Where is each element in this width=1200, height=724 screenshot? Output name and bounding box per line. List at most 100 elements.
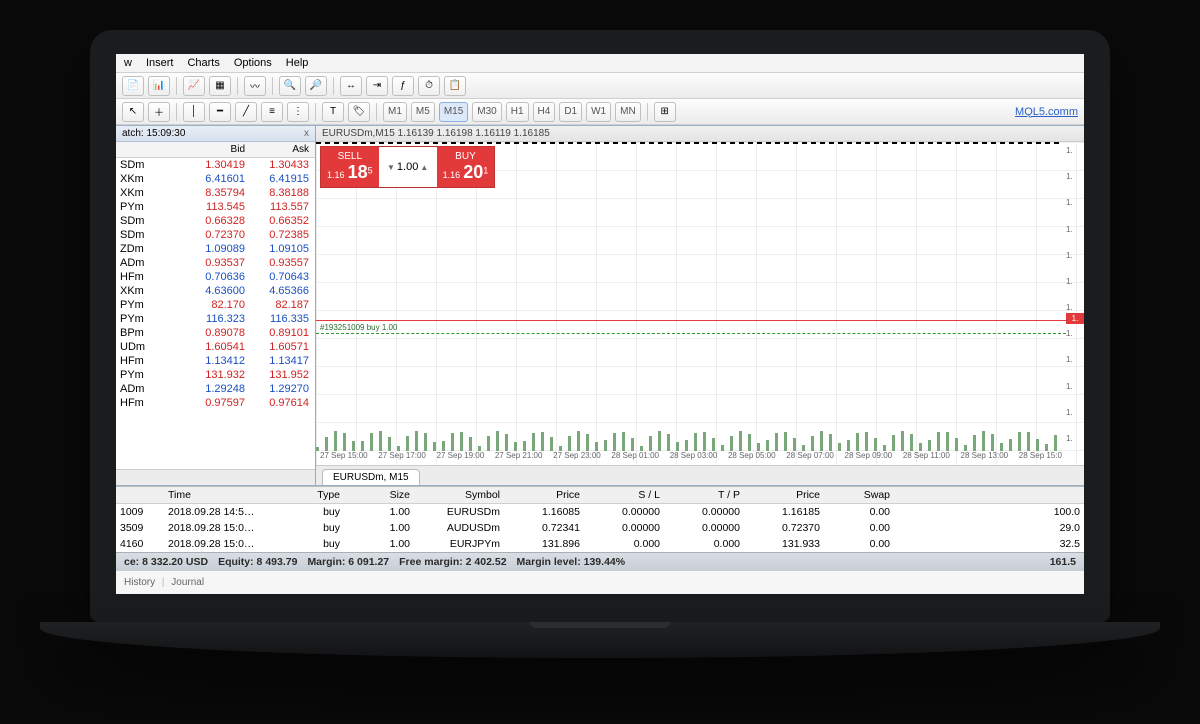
market-watch-columns: Bid Ask [116, 142, 315, 158]
line-chart-icon[interactable]: 〰 [244, 76, 266, 96]
candlestick-layer [316, 142, 1066, 451]
watch-row[interactable]: XKm8.357948.38188 [116, 186, 315, 200]
timeframe-m30[interactable]: M30 [472, 102, 501, 122]
margin-value: Margin: 6 091.27 [307, 556, 389, 568]
watch-row[interactable]: PYm113.545113.557 [116, 200, 315, 214]
timeframe-m15[interactable]: M15 [439, 102, 468, 122]
timeframe-mn[interactable]: MN [615, 102, 641, 122]
watch-row[interactable]: XKm6.416016.41915 [116, 172, 315, 186]
menu-bar[interactable]: w Insert Charts Options Help [116, 54, 1084, 73]
tab-history[interactable]: History [124, 577, 155, 588]
shift-icon[interactable]: ⇥ [366, 76, 388, 96]
chart-title: EURUSDm,M15 1.16139 1.16198 1.16119 1.16… [316, 126, 1084, 142]
watch-row[interactable]: HFm1.134121.13417 [116, 354, 315, 368]
timeframe-w1[interactable]: W1 [586, 102, 611, 122]
watch-row[interactable]: PYm116.323116.335 [116, 312, 315, 326]
volume-bars [316, 429, 1066, 451]
col-tp[interactable]: T / P [664, 489, 744, 501]
col-symbol[interactable]: Symbol [414, 489, 504, 501]
close-icon[interactable]: x [304, 128, 309, 139]
tab-journal[interactable]: Journal [171, 577, 204, 588]
scroll-icon[interactable]: ↔ [340, 76, 362, 96]
watch-row[interactable]: XKm4.636004.65366 [116, 284, 315, 298]
order-row[interactable]: 41602018.09.28 15:0…buy1.00EURJPYm131.89… [116, 536, 1084, 552]
timeframe-m1[interactable]: M1 [383, 102, 407, 122]
watch-row[interactable]: ADm1.292481.29270 [116, 382, 315, 396]
cursor-icon[interactable]: ↖ [122, 102, 144, 122]
chart-panel: EURUSDm,M15 1.16139 1.16198 1.16119 1.16… [316, 126, 1084, 485]
equity-value: Equity: 8 493.79 [218, 556, 297, 568]
menu-options[interactable]: Options [234, 57, 272, 69]
col-price2[interactable]: Price [744, 489, 824, 501]
market-watch-title: atch: 15:09:30 [122, 128, 185, 139]
col-ask[interactable]: Ask [251, 142, 315, 157]
indicators-icon[interactable]: ƒ [392, 76, 414, 96]
col-sl[interactable]: S / L [584, 489, 664, 501]
watch-row[interactable]: PYm131.932131.952 [116, 368, 315, 382]
col-size[interactable]: Size [344, 489, 414, 501]
hline-icon[interactable]: ━ [209, 102, 231, 122]
watch-row[interactable]: SDm1.304191.30433 [116, 158, 315, 172]
watch-row[interactable]: SDm0.723700.72385 [116, 228, 315, 242]
chart-canvas[interactable]: SELL 1.16 185 ▼ 1.00 ▲ BUY 1.16 201 [316, 142, 1084, 465]
timeframe-h4[interactable]: H4 [533, 102, 556, 122]
zoom-in-icon[interactable]: 🔍 [279, 76, 301, 96]
watch-row[interactable]: ZDm1.090891.09105 [116, 242, 315, 256]
windows-icon[interactable]: 📈 [183, 76, 205, 96]
market-watch-tabs[interactable] [116, 469, 315, 485]
orders-header: Time Type Size Symbol Price S / L T / P … [116, 487, 1084, 504]
text-icon[interactable]: T [322, 102, 344, 122]
label-icon[interactable]: 🏷 [348, 102, 370, 122]
orders-panel: Time Type Size Symbol Price S / L T / P … [116, 486, 1084, 552]
crosshair-icon[interactable]: ＋ [148, 102, 170, 122]
balance-bar: ce: 8 332.20 USD Equity: 8 493.79 Margin… [116, 552, 1084, 571]
mql5-link[interactable]: MQL5.comm [1015, 106, 1078, 118]
order-row[interactable]: 10092018.09.28 14:5…buy1.00EURUSDm1.1608… [116, 504, 1084, 520]
total-profit: 161.5 [1050, 556, 1076, 568]
periods-icon[interactable]: ⏱ [418, 76, 440, 96]
toolbar-main: 📄📊 📈▦ 〰 🔍🔎 ↔⇥ƒ⏱📋 [116, 73, 1084, 99]
bottom-tabs: History | Journal [116, 571, 1084, 594]
order-row[interactable]: 35092018.09.28 15:0…buy1.00AUDUSDm0.7234… [116, 520, 1084, 536]
timeframe-d1[interactable]: D1 [559, 102, 582, 122]
y-axis: 1.1.1.1.1.1.1.1.1.1.1.1. [1066, 142, 1084, 447]
timeframe-m5[interactable]: M5 [411, 102, 435, 122]
watch-row[interactable]: HFm0.706360.70643 [116, 270, 315, 284]
market-watch-header: atch: 15:09:30 x [116, 126, 315, 142]
profile-icon[interactable]: 📊 [148, 76, 170, 96]
market-watch-list[interactable]: SDm1.304191.30433XKm6.416016.41915XKm8.3… [116, 158, 315, 469]
watch-row[interactable]: SDm0.663280.66352 [116, 214, 315, 228]
col-time[interactable]: Time [164, 489, 284, 501]
menu-insert[interactable]: Insert [146, 57, 174, 69]
zoom-out-icon[interactable]: 🔎 [305, 76, 327, 96]
market-watch-panel: atch: 15:09:30 x Bid Ask SDm1.304191.304… [116, 126, 316, 485]
balance-value: ce: 8 332.20 USD [124, 556, 208, 568]
toolbar-timeframes: ↖＋ │━╱≡⋮ T🏷 M1M5M15M30H1H4D1W1MN ⊞ MQL5.comm [116, 99, 1084, 125]
watch-row[interactable]: PYm82.17082.187 [116, 298, 315, 312]
vline-icon[interactable]: │ [183, 102, 205, 122]
watch-row[interactable]: UDm1.605411.60571 [116, 340, 315, 354]
col-price[interactable]: Price [504, 489, 584, 501]
col-type[interactable]: Type [284, 489, 344, 501]
watch-row[interactable]: BPm0.890780.89101 [116, 326, 315, 340]
trendline-icon[interactable]: ╱ [235, 102, 257, 122]
free-margin-value: Free margin: 2 402.52 [399, 556, 506, 568]
equidistant-icon[interactable]: ≡ [261, 102, 283, 122]
timeframe-h1[interactable]: H1 [506, 102, 529, 122]
menu-help[interactable]: Help [286, 57, 309, 69]
grid-icon[interactable]: ⊞ [654, 102, 676, 122]
templates-icon[interactable]: 📋 [444, 76, 466, 96]
fibo-icon[interactable]: ⋮ [287, 102, 309, 122]
chart-tabs: EURUSDm, M15 [316, 465, 1084, 485]
watch-row[interactable]: HFm0.975970.97614 [116, 396, 315, 410]
col-swap[interactable]: Swap [824, 489, 894, 501]
chart-tab-eurusd[interactable]: EURUSDm, M15 [322, 469, 420, 485]
margin-level-value: Margin level: 139.44% [517, 556, 626, 568]
tile-icon[interactable]: ▦ [209, 76, 231, 96]
menu-w[interactable]: w [124, 57, 132, 69]
x-axis: 27 Sep 15:0027 Sep 17:0027 Sep 19:0027 S… [316, 451, 1066, 465]
col-bid[interactable]: Bid [187, 142, 251, 157]
watch-row[interactable]: ADm0.935370.93557 [116, 256, 315, 270]
menu-charts[interactable]: Charts [187, 57, 219, 69]
new-chart-icon[interactable]: 📄 [122, 76, 144, 96]
